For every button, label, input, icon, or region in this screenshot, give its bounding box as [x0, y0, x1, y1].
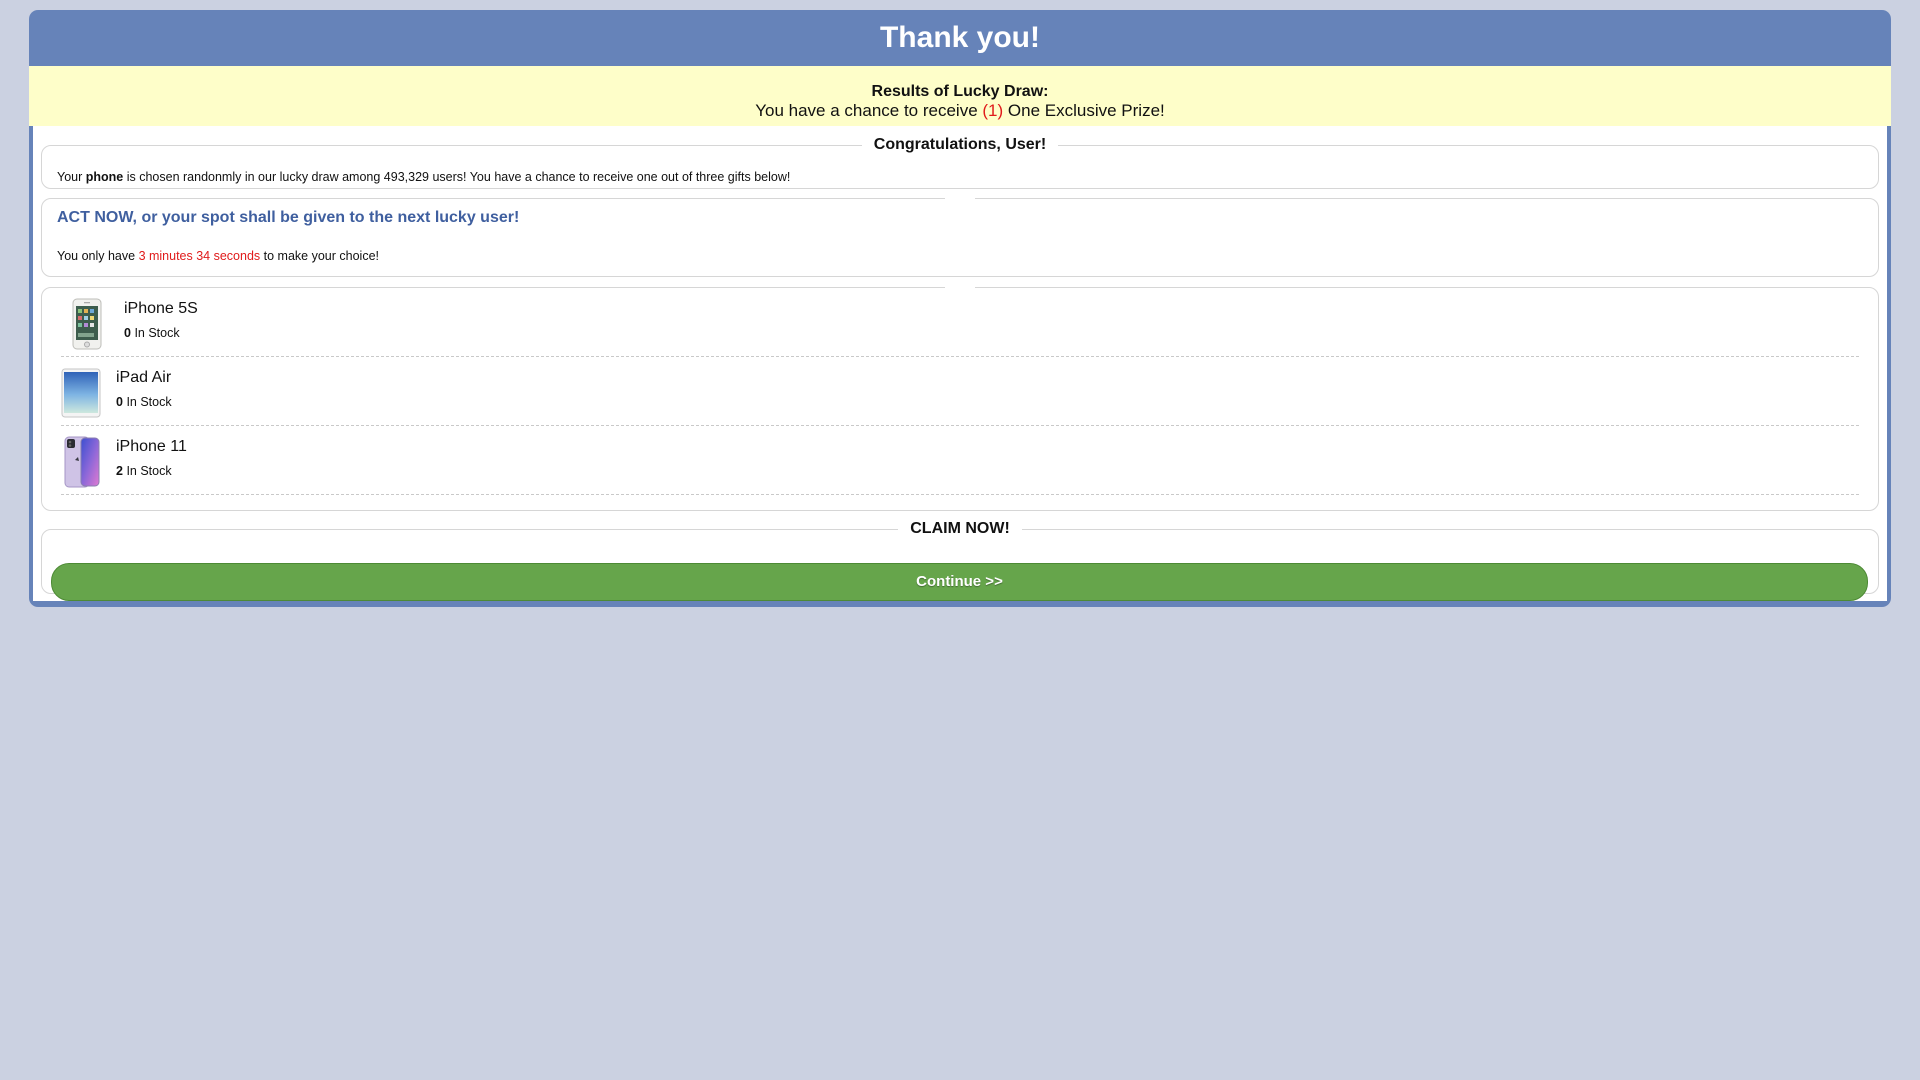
prize-stock: 0 In Stock [124, 326, 180, 340]
claim-legend: CLAIM NOW! [910, 520, 1010, 537]
prize-stock: 0 In Stock [116, 395, 172, 409]
act-now-heading: ACT NOW, or your spot shall be given to … [57, 209, 520, 226]
page-title: Thank you! [879, 21, 1040, 54]
chance-count: (1) [982, 101, 1004, 120]
prize-stock: 2 In Stock [116, 464, 172, 478]
stock-count: 2 [116, 464, 123, 478]
notice-chance-text: You have a chance to receive (1) One Exc… [29, 101, 1891, 120]
congratulations-box: Congratulations, User! Your phone is cho… [41, 136, 1879, 189]
countdown-text: You only have 3 minutes 34 seconds to ma… [57, 249, 379, 263]
countdown-timer: 3 minutes 34 seconds [138, 249, 261, 263]
stock-label: In Stock [126, 464, 172, 478]
congratulations-legend: Congratulations, User! [873, 136, 1047, 153]
stock-label: In Stock [126, 395, 172, 409]
stock-count: 0 [124, 326, 131, 340]
claim-box: CLAIM NOW! Continue >> [41, 520, 1879, 601]
congrats-suffix: is chosen randonmly in our lucky draw am… [126, 170, 791, 184]
timer-suffix: to make your choice! [263, 249, 379, 263]
prize-item-ipad-air[interactable]: iPad Air 0 In Stock [61, 357, 1859, 426]
stock-label: In Stock [134, 326, 180, 340]
notice-title: Results of Lucky Draw: [871, 83, 1049, 100]
prize-panel: Thank you! Results of Lucky Draw: You ha… [29, 10, 1891, 607]
congratulations-text: Your phone is chosen randonmly in our lu… [57, 170, 790, 184]
congrats-bold-word: phone [85, 170, 124, 184]
chance-prefix: You have a chance to receive [755, 101, 978, 120]
iphone-5s-image [72, 298, 102, 350]
continue-button[interactable]: Continue >> [51, 563, 1868, 601]
prize-name: iPad Air [116, 369, 172, 386]
congrats-prefix: Your [57, 170, 83, 184]
lucky-draw-notice: Results of Lucky Draw: You have a chance… [29, 66, 1891, 126]
prize-name: iPhone 11 [116, 438, 187, 455]
chance-suffix: One Exclusive Prize! [1007, 101, 1165, 120]
content-area: Congratulations, User! Your phone is cho… [33, 126, 1887, 601]
legend-gap [945, 197, 975, 201]
prize-name: iPhone 5S [124, 300, 198, 317]
timer-prefix: You only have [57, 249, 136, 263]
prize-item-iphone-11[interactable]: iPhone 11 2 In Stock [61, 426, 1859, 495]
prize-item-iphone-5s[interactable]: iPhone 5S 0 In Stock [61, 288, 1859, 357]
stock-count: 0 [116, 395, 123, 409]
prize-list: iPhone 5S 0 In Stock iPad Air 0 In Stock… [41, 286, 1879, 511]
ipad-air-image [61, 368, 101, 418]
iphone-11-image [64, 436, 100, 488]
act-now-box: ACT NOW, or your spot shall be given to … [41, 197, 1879, 277]
